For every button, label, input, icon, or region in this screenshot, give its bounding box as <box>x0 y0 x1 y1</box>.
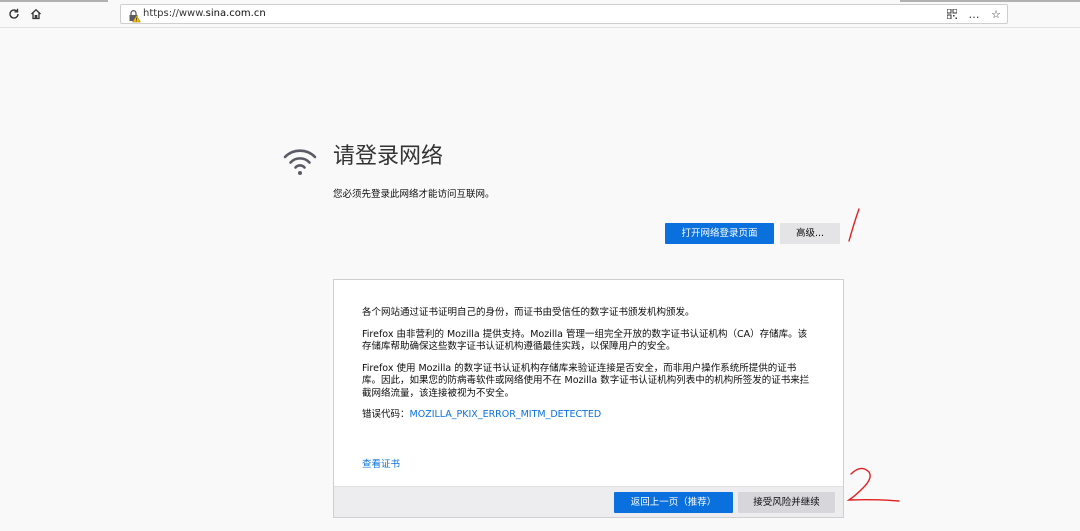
error-code-link[interactable]: MOZILLA_PKIX_ERROR_MITM_DETECTED <box>410 409 602 420</box>
annotation-mark-2 <box>846 467 900 502</box>
cert-explanation-text: 各个网站通过证书证明自己的身份，而证书由受信任的数字证书颁发机构颁发。 <box>362 307 695 318</box>
accept-risk-button[interactable]: 接受风险并继续 <box>738 492 835 513</box>
tab-strip-edge <box>0 0 108 2</box>
wifi-icon <box>283 149 317 175</box>
qr-code-icon[interactable] <box>945 6 959 22</box>
home-icon[interactable] <box>26 4 46 24</box>
panel-footer: 返回上一页（推荐） 接受风险并继续 <box>334 486 843 517</box>
warning-lock-icon[interactable] <box>127 8 141 23</box>
more-actions-icon[interactable]: … <box>967 6 981 22</box>
mozilla-ca-text: Firefox 由非营利的 Mozilla 提供支持。Mozilla 管理一组完… <box>362 328 808 353</box>
go-back-button[interactable]: 返回上一页（推荐） <box>614 492 733 513</box>
tab-strip-edge <box>900 0 1080 2</box>
url-prefix: https://www. <box>143 8 206 19</box>
url-domain: sina.com.cn <box>205 8 266 19</box>
view-certificate-link[interactable]: 查看证书 <box>362 456 400 470</box>
error-code-label: 错误代码： <box>362 409 410 420</box>
advanced-details-panel: 各个网站通过证书证明自己的身份，而证书由受信任的数字证书颁发机构颁发。 Fire… <box>333 279 844 518</box>
reload-icon[interactable] <box>4 4 24 24</box>
page-subtitle: 您必须先登录此网络才能访问互联网。 <box>333 189 495 200</box>
bookmark-star-icon[interactable]: ☆ <box>989 6 1003 22</box>
page-title: 请登录网络 <box>333 144 444 169</box>
open-login-page-button[interactable]: 打开网络登录页面 <box>665 223 774 244</box>
mitm-warning-text: Firefox 使用 Mozilla 的数字证书认证机构存储库来验证连接是否安全… <box>362 362 810 399</box>
url-text[interactable]: https://www.sina.com.cn <box>143 7 266 21</box>
address-bar[interactable]: https://www.sina.com.cn … ☆ <box>120 4 1008 24</box>
annotation-mark-1 <box>848 208 860 242</box>
error-code-line: 错误代码：MOZILLA_PKIX_ERROR_MITM_DETECTED <box>362 409 814 422</box>
browser-toolbar: https://www.sina.com.cn … ☆ <box>0 0 1080 28</box>
advanced-button[interactable]: 高级... <box>780 223 840 244</box>
